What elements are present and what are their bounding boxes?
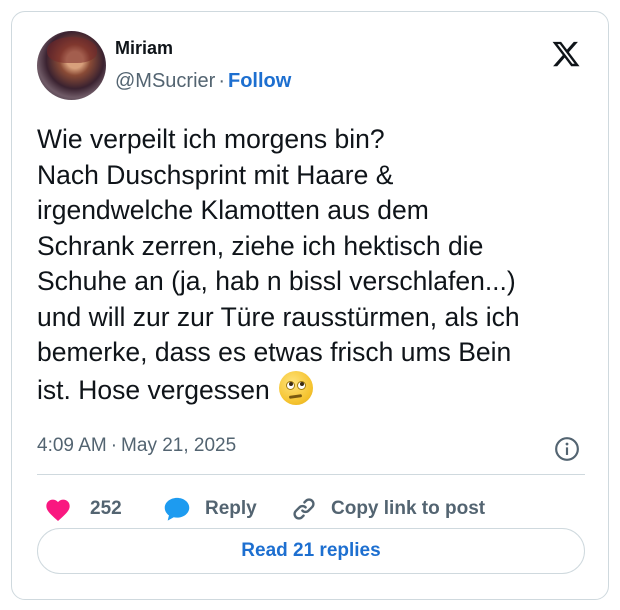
tweet-body: Wie verpeilt ich morgens bin? Nach Dusch… — [37, 124, 520, 405]
tweet-text: Wie verpeilt ich morgens bin? Nach Dusch… — [37, 122, 597, 408]
follow-link[interactable]: Follow — [228, 70, 291, 92]
like-button[interactable]: 252 — [44, 496, 122, 522]
heart-icon — [46, 499, 70, 522]
speech-bubble-icon — [164, 497, 190, 521]
info-icon[interactable] — [554, 436, 580, 462]
copy-link-button[interactable]: Copy link to post — [291, 496, 485, 522]
read-replies-button[interactable]: Read 21 replies — [37, 528, 585, 574]
link-icon — [293, 498, 315, 520]
like-count: 252 — [90, 498, 122, 519]
tweet-card: Miriam @MSucrier · Follow Wie verpeilt ich… — [11, 11, 609, 600]
x-logo-icon[interactable] — [551, 39, 581, 69]
author-handle[interactable]: @MSucrier — [115, 70, 215, 92]
divider — [37, 474, 585, 475]
avatar[interactable] — [37, 31, 106, 100]
reply-label: Reply — [205, 498, 257, 519]
tweet-date: May 21, 2025 — [121, 435, 237, 456]
tweet-time: 4:09 AM — [37, 435, 107, 456]
timestamp[interactable]: 4:09 AM · May 21, 2025 — [37, 435, 236, 457]
author-handle-row: @MSucrier · Follow — [115, 70, 291, 93]
face-with-rolling-eyes-icon — [279, 370, 314, 405]
copy-link-label: Copy link to post — [331, 498, 486, 519]
author-name[interactable]: Miriam — [115, 38, 173, 59]
timestamp-separator: · — [110, 435, 118, 456]
handle-separator: · — [218, 70, 225, 92]
reply-button[interactable]: Reply — [163, 496, 257, 522]
